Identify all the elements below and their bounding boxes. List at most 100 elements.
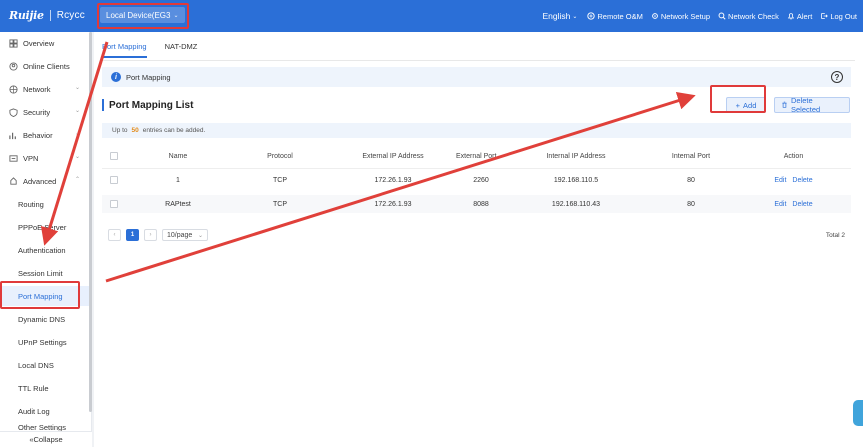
alert-button[interactable]: Alert bbox=[787, 12, 812, 21]
tab-divider bbox=[102, 60, 855, 61]
sidebar-item-label: Dynamic DNS bbox=[18, 314, 66, 324]
column-header: External Port bbox=[456, 152, 497, 160]
sidebar-item-advanced[interactable]: Advanced ⌃ bbox=[0, 171, 92, 191]
sidebar-item-label: Authentication bbox=[18, 245, 66, 255]
language-select[interactable]: English ⌄ bbox=[542, 11, 577, 21]
sidebar-item-label: Network bbox=[23, 84, 51, 94]
overview-icon bbox=[9, 38, 18, 48]
network-check-icon bbox=[718, 12, 726, 20]
remote-om-icon bbox=[587, 12, 596, 20]
vpn-icon bbox=[9, 154, 18, 163]
header-actions: English ⌄ Remote O&M Network Setup Netwo… bbox=[542, 0, 857, 32]
info-title: Port Mapping bbox=[126, 72, 171, 82]
sidebar-item-pppoe-server[interactable]: PPPoE Server bbox=[0, 217, 92, 237]
cell-external-ip: 172.26.1.93 bbox=[374, 176, 412, 184]
advanced-icon bbox=[9, 176, 18, 186]
network-check-label: Network Check bbox=[728, 11, 779, 21]
cell-protocol: TCP bbox=[273, 176, 287, 184]
sidebar-item-session-limit[interactable]: Session Limit bbox=[0, 263, 92, 283]
sidebar-item-overview[interactable]: Overview bbox=[0, 33, 92, 53]
cell-internal-port: 80 bbox=[687, 200, 695, 208]
cell-external-port: 2260 bbox=[473, 176, 489, 184]
chevron-down-icon: ⌄ bbox=[173, 12, 179, 19]
network-check-button[interactable]: Network Check bbox=[718, 12, 779, 21]
chevron-up-icon: ⌃ bbox=[74, 177, 80, 183]
sidebar-item-dynamic-dns[interactable]: Dynamic DNS bbox=[0, 309, 92, 329]
limit-count: 50 bbox=[131, 127, 139, 134]
page-size-select[interactable]: 10/page ⌄ bbox=[162, 229, 208, 241]
column-header: Internal IP Address bbox=[506, 147, 646, 165]
remote-om-label: Remote O&M bbox=[597, 11, 643, 21]
sidebar-item-security[interactable]: Security ⌄ bbox=[0, 102, 92, 122]
delete-link[interactable]: Delete bbox=[792, 177, 812, 184]
cell-protocol: TCP bbox=[273, 200, 287, 208]
sidebar-item-label: Port Mapping bbox=[18, 291, 63, 301]
prev-page-button[interactable]: ‹ bbox=[108, 229, 121, 241]
cell-name: 1 bbox=[176, 176, 180, 184]
chevron-down-icon: ⌄ bbox=[572, 13, 578, 20]
sidebar-item-label: TTL Rule bbox=[18, 383, 49, 393]
select-all-checkbox[interactable] bbox=[110, 152, 118, 160]
table-header: Name Protocol External IP Address Extern… bbox=[102, 147, 851, 165]
product-name: Rcycc bbox=[56, 10, 85, 21]
language-label: English bbox=[542, 11, 571, 21]
help-icon[interactable]: ? bbox=[831, 71, 843, 83]
sidebar-item-label: Advanced bbox=[23, 176, 57, 186]
top-header: Ruijie Rcycc Local Device(EG3 ⌄ English … bbox=[0, 0, 863, 32]
sidebar-item-ttl-rule[interactable]: TTL Rule bbox=[0, 378, 92, 398]
edit-link[interactable]: Edit bbox=[774, 177, 786, 184]
tab-nat-dmz[interactable]: NAT-DMZ bbox=[165, 42, 198, 58]
tab-bar: Port Mapping NAT-DMZ bbox=[102, 42, 197, 58]
logout-button[interactable]: Log Out bbox=[820, 12, 857, 21]
sidebar-item-upnp-settings[interactable]: UPnP Settings bbox=[0, 332, 92, 352]
floating-assistant-icon[interactable] bbox=[853, 400, 863, 426]
cell-internal-ip: 192.168.110.5 bbox=[553, 176, 599, 184]
sidebar-item-vpn[interactable]: VPN ⌄ bbox=[0, 148, 92, 168]
delete-selected-button[interactable]: Delete Selected bbox=[774, 96, 850, 114]
row-checkbox[interactable] bbox=[110, 200, 118, 208]
sidebar-item-label: Security bbox=[23, 107, 51, 117]
sidebar-item-network[interactable]: Network ⌄ bbox=[0, 79, 92, 99]
sidebar-item-label: Local DNS bbox=[18, 360, 54, 370]
device-select-label: Local Device(EG3 bbox=[106, 10, 171, 20]
info-bar: i Port Mapping bbox=[102, 67, 851, 87]
cell-external-port: 8088 bbox=[473, 200, 489, 208]
remote-om-button[interactable]: Remote O&M bbox=[587, 11, 643, 21]
sidebar-item-port-mapping[interactable]: Port Mapping bbox=[0, 286, 92, 306]
edit-link[interactable]: Edit bbox=[774, 201, 786, 208]
sidebar-item-local-dns[interactable]: Local DNS bbox=[0, 355, 92, 375]
sidebar-item-behavior[interactable]: Behavior ⌄ bbox=[0, 125, 92, 145]
sidebar-item-label: UPnP Settings bbox=[18, 337, 67, 347]
sidebar-item-online-clients[interactable]: Online Clients bbox=[0, 56, 92, 76]
chevron-down-icon: ⌄ bbox=[74, 108, 80, 114]
next-page-button[interactable]: › bbox=[144, 229, 157, 241]
network-setup-label: Network Setup bbox=[660, 11, 711, 21]
sidebar-item-routing[interactable]: Routing bbox=[0, 194, 92, 214]
sidebar-item-audit-log[interactable]: Audit Log bbox=[0, 401, 92, 421]
tab-port-mapping[interactable]: Port Mapping bbox=[102, 42, 147, 58]
sidebar-item-authentication[interactable]: Authentication bbox=[0, 240, 92, 260]
sidebar-scrollbar[interactable] bbox=[89, 32, 92, 412]
page-number[interactable]: 1 bbox=[126, 229, 139, 241]
network-icon bbox=[9, 84, 18, 94]
pagination: ‹ 1 › 10/page ⌄ bbox=[108, 229, 208, 241]
cell-name: RAPtest bbox=[165, 200, 191, 208]
delete-link[interactable]: Delete bbox=[792, 201, 812, 208]
sidebar-item-label: VPN bbox=[23, 153, 39, 163]
column-header: Action bbox=[783, 152, 804, 160]
network-setup-button[interactable]: Network Setup bbox=[651, 12, 710, 21]
total-count: Total 2 bbox=[825, 232, 845, 239]
chevron-down-icon: ⌄ bbox=[74, 131, 80, 137]
alert-label: Alert bbox=[796, 11, 813, 21]
logout-label: Log Out bbox=[830, 11, 857, 21]
collapse-label: Collapse bbox=[33, 435, 63, 444]
row-checkbox[interactable] bbox=[110, 176, 118, 184]
clients-icon bbox=[9, 61, 18, 71]
add-button[interactable]: + Add bbox=[726, 97, 766, 113]
collapse-button[interactable]: « Collapse bbox=[0, 431, 92, 447]
table-row: 1 TCP 172.26.1.93 2260 192.168.110.5 80 … bbox=[102, 171, 851, 189]
device-select[interactable]: Local Device(EG3 ⌄ bbox=[100, 7, 185, 23]
sidebar-item-label: PPPoE Server bbox=[18, 222, 67, 232]
info-icon: i bbox=[111, 72, 121, 82]
main-content: Port Mapping NAT-DMZ i Port Mapping ? Po… bbox=[94, 32, 863, 447]
